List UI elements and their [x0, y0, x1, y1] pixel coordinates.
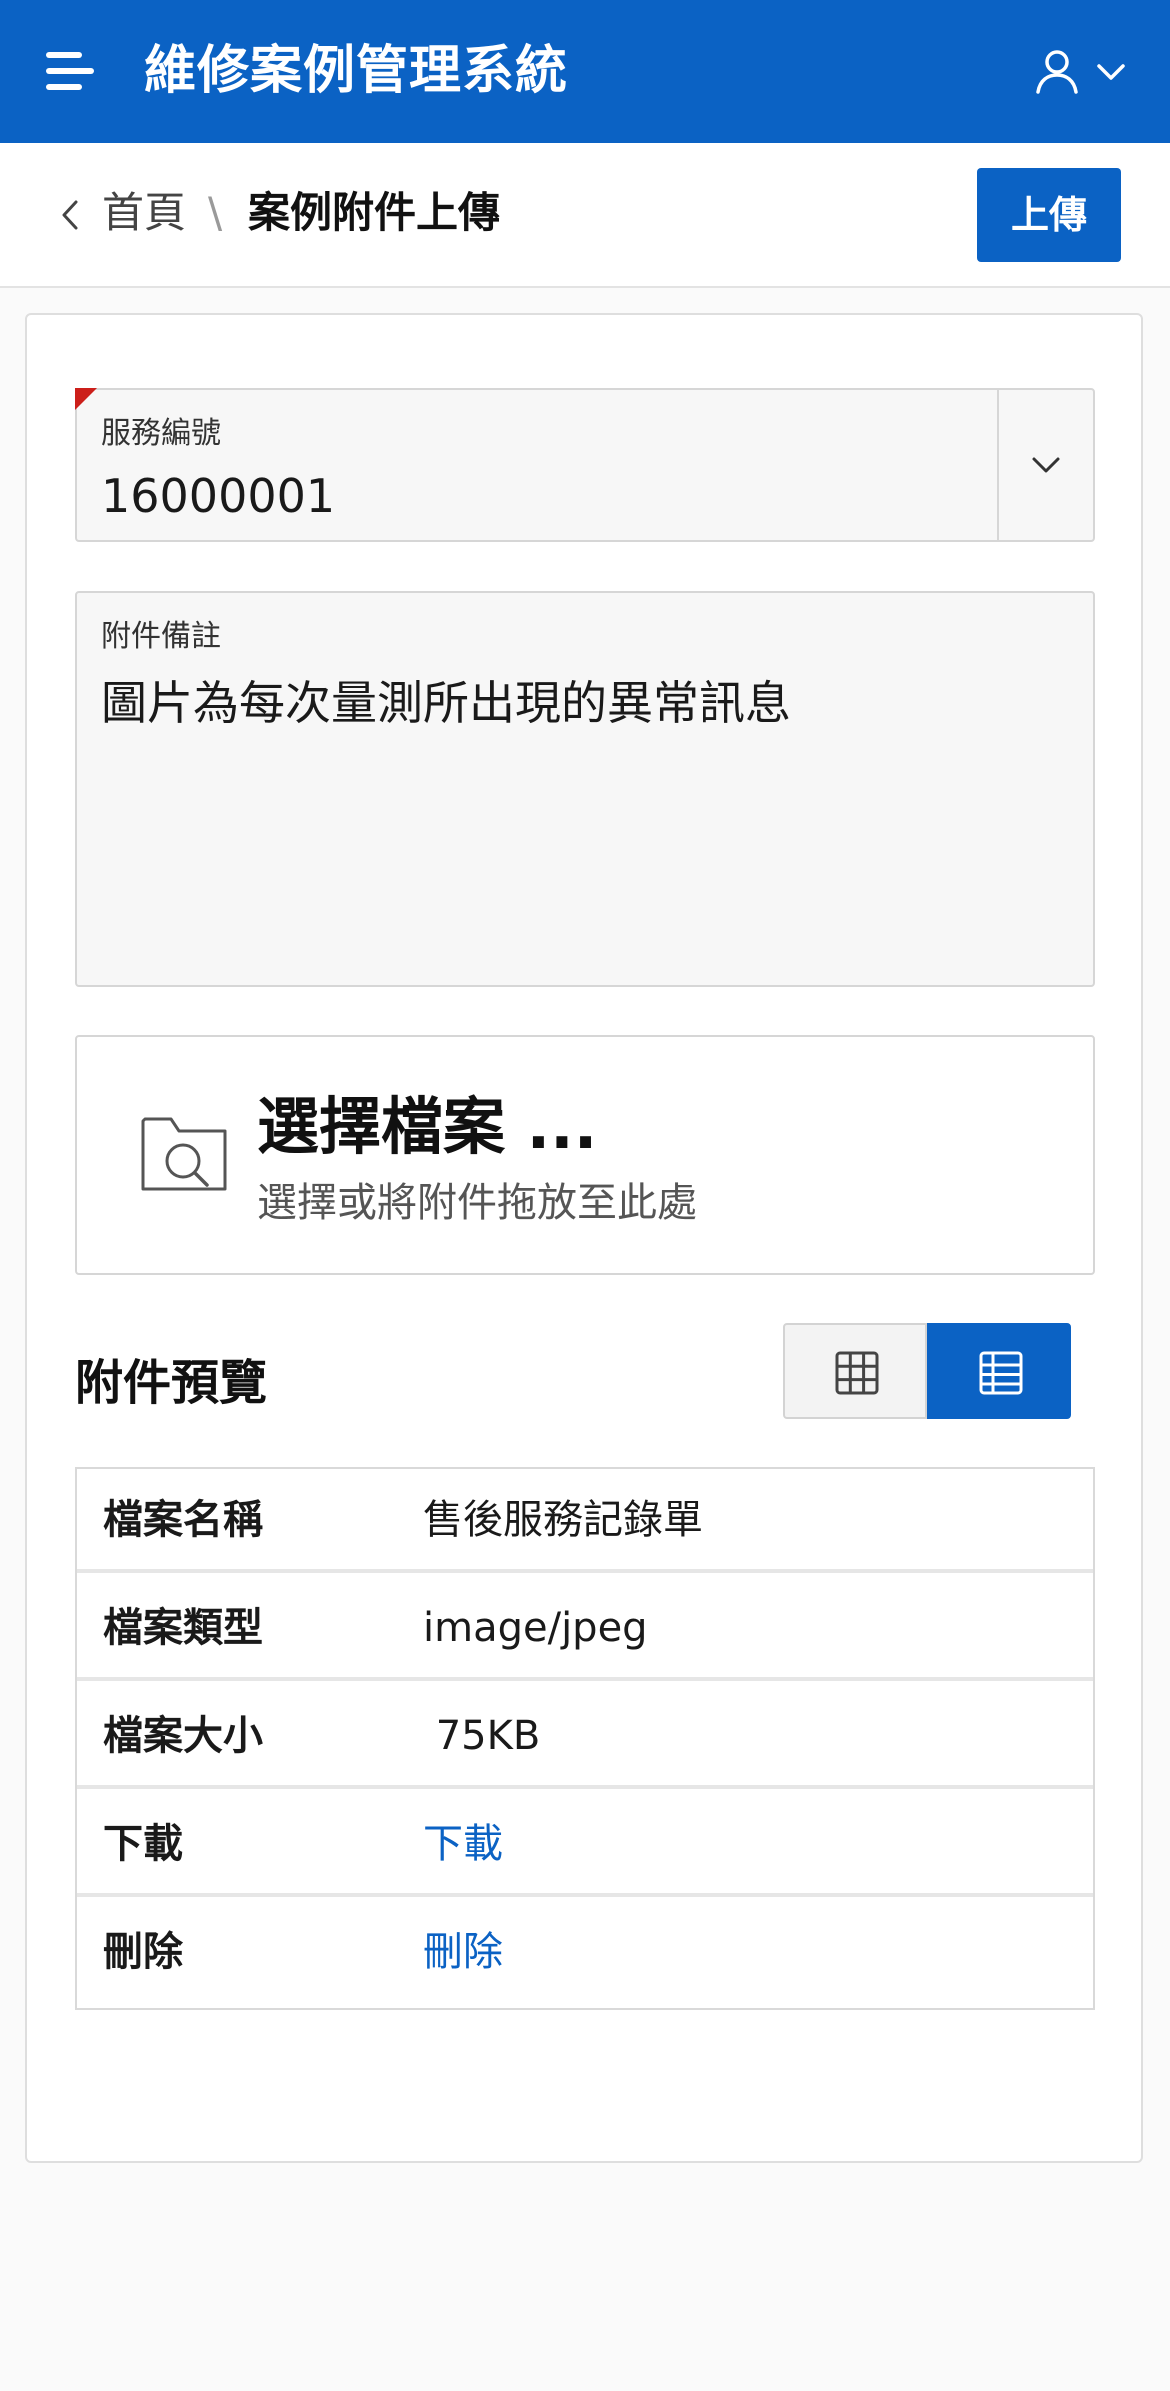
grid-icon [835, 1351, 879, 1395]
row-key: 下載 [103, 1821, 183, 1867]
app-header: 維修案例管理系統 [0, 0, 1170, 143]
service-number-select[interactable]: 服務編號 16000001 [75, 388, 1095, 542]
row-key: 檔案大小 [103, 1713, 263, 1759]
row-value: 75KB [423, 1713, 541, 1759]
dropzone-subtitle: 選擇或將附件拖放至此處 [257, 1180, 697, 1226]
select-dropdown-button[interactable] [997, 390, 1093, 540]
hamburger-menu-icon[interactable] [46, 50, 98, 94]
row-key: 刪除 [103, 1929, 183, 1975]
chevron-down-icon [1097, 64, 1125, 80]
chevron-left-icon[interactable] [58, 198, 82, 232]
page-title: 案例附件上傳 [248, 188, 501, 237]
row-key: 檔案名稱 [103, 1497, 263, 1543]
attachment-remark-textarea[interactable]: 附件備註 圖片為每次量測所出現的異常訊息 [75, 591, 1095, 987]
folder-search-icon [141, 1117, 227, 1191]
file-dropzone[interactable]: 選擇檔案 ... 選擇或將附件拖放至此處 [75, 1035, 1095, 1275]
row-value: 售後服務記錄單 [423, 1497, 703, 1543]
chevron-down-icon [1032, 457, 1060, 473]
breadcrumb-home-link[interactable]: 首頁 [102, 183, 186, 243]
service-number-value[interactable]: 16000001 [101, 468, 335, 524]
attachment-remark-label: 附件備註 [101, 619, 221, 654]
grid-view-button[interactable] [783, 1323, 927, 1419]
table-row: 下載 下載 [77, 1793, 1093, 1897]
view-mode-toggle [783, 1323, 1071, 1419]
attachment-remark-value[interactable]: 圖片為每次量測所出現的異常訊息 [101, 675, 791, 731]
user-icon [1036, 50, 1078, 94]
row-value: image/jpeg [423, 1605, 648, 1651]
table-icon [979, 1351, 1023, 1395]
service-number-label: 服務編號 [101, 416, 221, 451]
preview-heading: 附件預覽 [75, 1355, 268, 1411]
row-key: 檔案類型 [103, 1605, 263, 1651]
upload-button[interactable]: 上傳 [977, 168, 1121, 262]
breadcrumb-separator: \ [208, 188, 223, 237]
table-row: 檔案名稱 售後服務記錄單 [77, 1469, 1093, 1573]
dropzone-title: 選擇檔案 ... [257, 1090, 598, 1163]
delete-link[interactable]: 刪除 [423, 1923, 503, 1981]
table-view-button[interactable] [927, 1323, 1071, 1419]
table-row: 檔案類型 image/jpeg [77, 1577, 1093, 1681]
table-row: 檔案大小 75KB [77, 1685, 1093, 1789]
required-indicator [75, 388, 97, 410]
user-menu-button[interactable] [1024, 40, 1134, 104]
attachment-detail-table: 檔案名稱 售後服務記錄單 檔案類型 image/jpeg 檔案大小 75KB 下… [75, 1467, 1095, 2010]
table-row: 刪除 刪除 [77, 1901, 1093, 2005]
download-link[interactable]: 下載 [423, 1815, 503, 1873]
breadcrumb-bar: 首頁 \ 案例附件上傳 上傳 [0, 143, 1170, 288]
app-title: 維修案例管理系統 [144, 41, 569, 101]
